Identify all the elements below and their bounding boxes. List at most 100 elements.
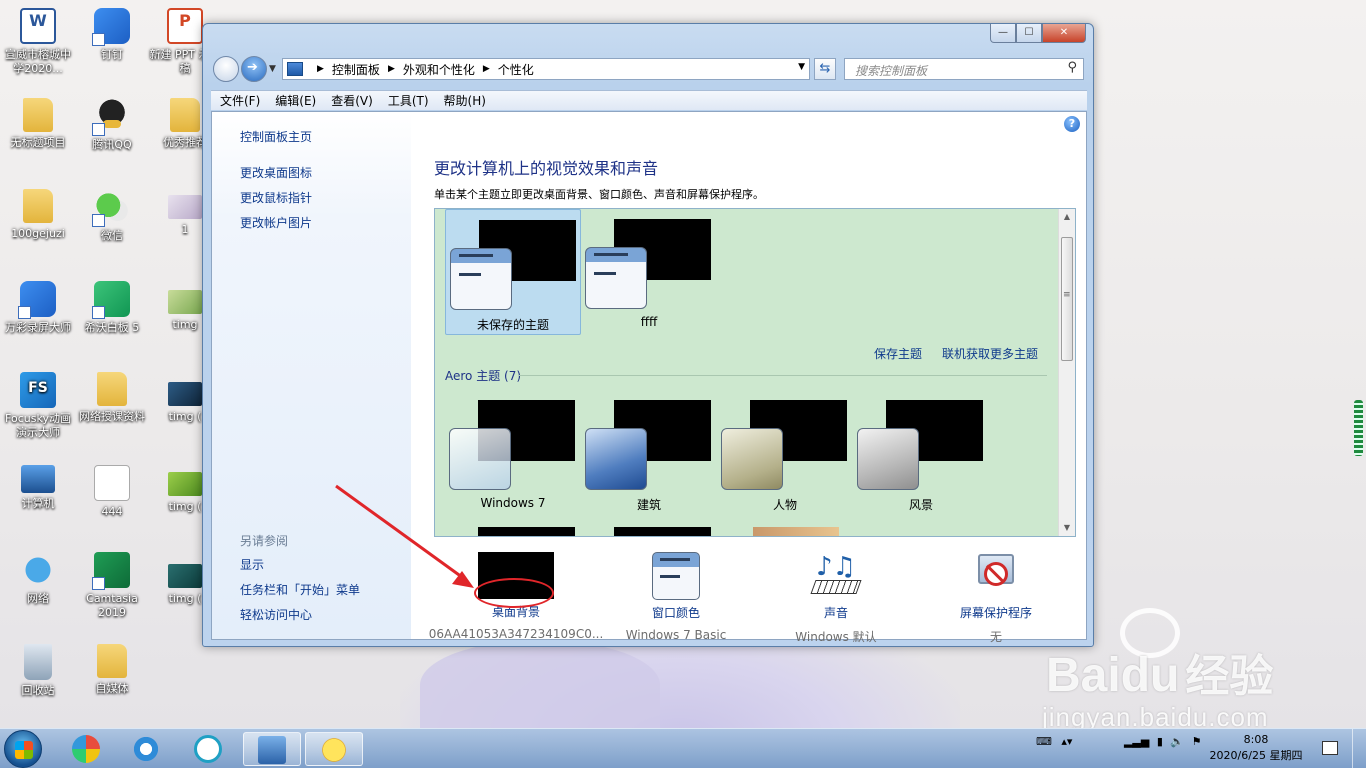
taskbar-app-v[interactable] <box>184 732 232 766</box>
desktop-icon-folder-media[interactable]: 自媒体 <box>75 644 149 696</box>
chevron-down-icon[interactable]: ▼ <box>798 62 805 72</box>
action-center-icon[interactable]: ⚑ <box>1192 735 1202 748</box>
ppt-doc-icon <box>167 8 203 44</box>
theme-unsaved[interactable]: 未保存的主题 <box>445 209 581 335</box>
taskbar-control-panel[interactable] <box>243 732 301 766</box>
taskbar-ie[interactable] <box>122 732 170 766</box>
tray-arrows-icon[interactable]: ▴▾ <box>1061 735 1072 748</box>
page-description: 单击某个主题立即更改桌面背景、窗口颜色、声音和屏幕保护程序。 <box>434 188 764 201</box>
get-more-themes-link[interactable]: 联机获取更多主题 <box>942 345 1038 362</box>
setting-screen-saver[interactable]: 屏幕保护程序 无 <box>906 552 1086 645</box>
setting-sound[interactable]: ♪♫ 声音 Windows 默认 <box>746 552 926 645</box>
personalization-window: — ☐ ✕ ▼ ▶ 控制面板 ▶ 外观和个性化 ▶ 个性化 ▼ ⇆ 搜索控制面板… <box>202 23 1094 647</box>
theme-windows-7[interactable]: Windows 7 <box>445 390 581 516</box>
desktop-icon-recorder[interactable]: 万彩录屏大师 <box>1 281 75 335</box>
display-link[interactable]: 显示 <box>240 556 264 573</box>
sound-link[interactable]: 声音 <box>746 604 926 621</box>
breadcrumb-personalization[interactable]: 个性化 <box>498 61 534 78</box>
save-theme-link[interactable]: 保存主题 <box>874 345 922 362</box>
desktop-icon-seewo[interactable]: 希沃白板 5 <box>75 281 149 335</box>
search-icon[interactable]: ⚲ <box>1067 60 1077 75</box>
left-pane: 控制面板主页 更改桌面图标 更改鼠标指针 更改帐户图片 另请参阅 显示 任务栏和… <box>212 112 411 639</box>
theme-characters[interactable]: 人物 <box>717 390 853 516</box>
taskbar-start-menu-link[interactable]: 任务栏和「开始」菜单 <box>240 581 360 598</box>
window-color-link[interactable]: 窗口颜色 <box>586 604 766 621</box>
recent-pages-dropdown[interactable]: ▼ <box>269 64 276 74</box>
desktop-icon-recycle-bin[interactable]: 回收站 <box>1 644 75 698</box>
image-file-icon <box>168 564 202 588</box>
minimize-button[interactable]: — <box>990 24 1016 43</box>
theme-window-preview <box>857 428 919 490</box>
setting-window-color[interactable]: 窗口颜色 Windows 7 Basic <box>586 552 766 642</box>
control-panel-home-link[interactable]: 控制面板主页 <box>240 128 312 145</box>
screen-saver-link[interactable]: 屏幕保护程序 <box>906 604 1086 621</box>
fs-file-icon <box>94 465 130 501</box>
power-icon[interactable]: ▮ <box>1157 735 1163 748</box>
chevron-right-icon[interactable]: ▶ <box>483 64 490 74</box>
network-signal-icon[interactable]: ▂▃▅ <box>1124 735 1149 748</box>
desktop-icon-qq[interactable]: 腾讯QQ <box>75 98 149 152</box>
desktop-icon-dingtalk[interactable]: 钉钉 <box>75 8 149 62</box>
theme-gallery-scrollbar[interactable]: ▲ ▼ <box>1058 209 1075 536</box>
desktop-icon-word-doc[interactable]: 宣威市榕城中学2020... <box>1 8 75 76</box>
desktop-icon-camtasia[interactable]: Camtasia 2019 <box>75 552 149 620</box>
show-desktop-button[interactable] <box>1352 729 1366 768</box>
wallpaper-detail <box>420 640 660 730</box>
menu-view[interactable]: 查看(V) <box>331 92 373 109</box>
theme-window-preview <box>449 428 511 490</box>
desktop-icon-label: 计算机 <box>21 497 55 510</box>
menu-edit[interactable]: 编辑(E) <box>275 92 316 109</box>
help-icon[interactable]: ? <box>1064 116 1080 132</box>
desktop-icon-444[interactable]: 444 <box>75 465 149 519</box>
forward-button[interactable] <box>241 56 267 82</box>
menu-help[interactable]: 帮助(H) <box>444 92 486 109</box>
qq-icon <box>92 98 130 136</box>
desktop-icon-folder-project[interactable]: 无标题项目 <box>1 98 75 150</box>
scroll-up-icon[interactable]: ▲ <box>1059 209 1075 225</box>
theme-architecture[interactable]: 建筑 <box>581 390 717 516</box>
taskbar-clock[interactable]: 8:08 2020/6/25 星期四 <box>1206 732 1306 764</box>
ease-of-access-link[interactable]: 轻松访问中心 <box>240 606 312 623</box>
folder-icon <box>23 189 53 223</box>
change-mouse-pointers-link[interactable]: 更改鼠标指针 <box>240 189 312 206</box>
refresh-button[interactable]: ⇆ <box>814 58 836 80</box>
menu-tools[interactable]: 工具(T) <box>388 92 429 109</box>
taskbar-app-launcher[interactable] <box>62 732 110 766</box>
change-desktop-icons-link[interactable]: 更改桌面图标 <box>240 164 312 181</box>
theme-ffff[interactable]: ffff <box>581 209 717 335</box>
start-button[interactable] <box>4 730 42 768</box>
wechat-icon <box>92 189 130 227</box>
desktop-icon-folder-materials[interactable]: 网络授课资料 <box>75 372 149 424</box>
close-button[interactable]: ✕ <box>1042 24 1086 43</box>
clock-time: 8:08 <box>1243 733 1269 746</box>
taskbar-star-app[interactable] <box>305 732 363 766</box>
theme-window-preview <box>450 248 512 310</box>
desktop-icon-label: timg <box>172 318 198 331</box>
desktop-icon-folder-100gejuzi[interactable]: 100gejuzi <box>1 189 75 241</box>
scroll-down-icon[interactable]: ▼ <box>1059 520 1075 536</box>
desktop-icon-wechat[interactable]: 微信 <box>75 189 149 243</box>
menu-file[interactable]: 文件(F) <box>220 92 260 109</box>
back-button[interactable] <box>213 56 239 82</box>
desktop-icon-computer[interactable]: 计算机 <box>1 465 75 511</box>
menu-bar: 文件(F) 编辑(E) 查看(V) 工具(T) 帮助(H) <box>211 90 1087 110</box>
volume-level-widget[interactable] <box>1354 400 1363 456</box>
desktop-icon-network[interactable]: 网络 <box>1 552 75 606</box>
maximize-button[interactable]: ☐ <box>1016 24 1042 43</box>
breadcrumb-appearance[interactable]: 外观和个性化 <box>403 61 475 78</box>
theme-landscapes[interactable]: 风景 <box>853 390 989 516</box>
chevron-right-icon[interactable]: ▶ <box>388 64 395 74</box>
desktop-icon-label: 回收站 <box>21 684 55 697</box>
breadcrumb-control-panel[interactable]: 控制面板 <box>332 61 380 78</box>
desktop-icon-focusky[interactable]: Focusky动画演示大师 <box>1 372 75 440</box>
volume-icon[interactable]: 🔈 <box>1170 735 1184 748</box>
scrollbar-thumb[interactable] <box>1061 237 1073 361</box>
change-account-picture-link[interactable]: 更改帐户图片 <box>240 214 312 231</box>
chevron-right-icon[interactable]: ▶ <box>317 64 324 74</box>
address-bar[interactable]: ▶ 控制面板 ▶ 外观和个性化 ▶ 个性化 ▼ <box>282 58 810 80</box>
input-method-icon[interactable] <box>1322 741 1338 755</box>
network-icon <box>20 552 56 588</box>
search-input[interactable]: 搜索控制面板 ⚲ <box>844 58 1084 80</box>
sound-icon: ♪♫ <box>810 552 862 600</box>
keyboard-tray-icon[interactable]: ⌨ <box>1036 735 1052 748</box>
